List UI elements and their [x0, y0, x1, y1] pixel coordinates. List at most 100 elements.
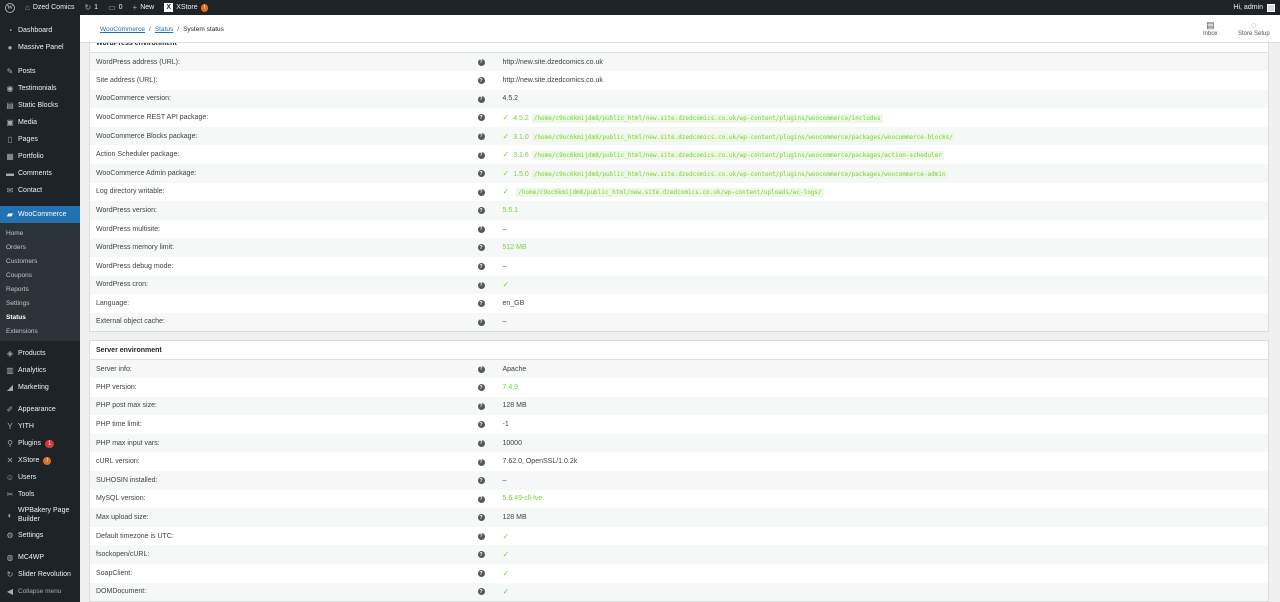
- status-label: WordPress cron:: [89, 275, 478, 295]
- sidebar-item-portfolio[interactable]: ▦ Portfolio: [0, 148, 80, 165]
- help-icon[interactable]: ?: [477, 421, 485, 429]
- sidebar-item-products[interactable]: ◈ Products: [0, 345, 80, 362]
- xstore-badge: !: [200, 3, 209, 12]
- sidebar-item-settings[interactable]: ⚙ Settings: [0, 527, 80, 544]
- submenu-customers[interactable]: Customers: [0, 254, 80, 268]
- help-icon[interactable]: ?: [477, 402, 485, 410]
- help-icon[interactable]: ?: [477, 551, 485, 559]
- sidebar-item-wpbakery[interactable]: ◐ WPBakery Page Builder: [0, 503, 80, 527]
- status-row: Site address (URL):? http://new.site.dzed…: [90, 71, 1269, 90]
- help-icon[interactable]: ?: [477, 170, 485, 178]
- sidebar-item-static-blocks[interactable]: ▤ Static Blocks: [0, 97, 80, 114]
- status-value-cell: 4.5.2: [502, 89, 1269, 109]
- account-menu[interactable]: Hi, admin: [1228, 0, 1280, 15]
- collapse-menu-button[interactable]: ◀ Collapse menu: [0, 583, 80, 600]
- help-icon[interactable]: ?: [477, 188, 485, 196]
- status-value-cell: 7.62.0, OpenSSL/1.0.2k: [503, 452, 1269, 471]
- sidebar-item-media[interactable]: ▣ Media: [0, 114, 80, 131]
- help-icon[interactable]: ?: [477, 225, 485, 233]
- sidebar-item-testimonials[interactable]: ◉ Testimonials: [0, 80, 80, 97]
- status-value-cell: http://new.site.dzedcomics.co.uk: [502, 52, 1269, 72]
- check-icon: ✓: [502, 150, 510, 160]
- help-icon[interactable]: ?: [477, 384, 485, 392]
- breadcrumb-status[interactable]: Status: [155, 26, 173, 33]
- help-icon[interactable]: ?: [477, 318, 485, 326]
- submenu-extensions[interactable]: Extensions: [0, 324, 80, 338]
- sidebar-item-slider-revolution[interactable]: ↻ Slider Revolution: [0, 566, 80, 583]
- help-icon[interactable]: ?: [477, 207, 485, 215]
- status-value-cell: ✓ 4.5.2/home/c9oc6kmijdm8/public_html/new…: [503, 108, 1269, 127]
- sidebar-item-contact[interactable]: ✉ Contact: [0, 182, 80, 199]
- sidebar-item-posts[interactable]: ✎ Posts: [0, 63, 80, 80]
- help-icon[interactable]: ?: [477, 281, 485, 289]
- help-icon[interactable]: ?: [477, 58, 485, 66]
- submenu-home[interactable]: Home: [0, 226, 80, 240]
- xstore-link[interactable]: X XStore!: [159, 0, 213, 15]
- wordpress-logo-icon[interactable]: W: [0, 0, 20, 15]
- sidebar-item-appearance[interactable]: ✐ Appearance: [0, 401, 80, 418]
- breadcrumb-woocommerce[interactable]: WooCommerce: [100, 26, 145, 33]
- help-icon[interactable]: ?: [477, 532, 485, 540]
- help-icon[interactable]: ?: [477, 477, 485, 485]
- help-icon[interactable]: ?: [477, 514, 485, 522]
- status-row: Default timezone is UTC:? ✓: [90, 527, 1269, 546]
- sidebar-item-woocommerce[interactable]: ▰ WooCommerce: [0, 206, 80, 223]
- status-row: DOMDocument:? ✓: [89, 582, 1269, 602]
- sidebar-item-marketing[interactable]: ◢ Marketing: [0, 379, 80, 396]
- sidebar-item-massive-panel[interactable]: ● Massive Panel: [0, 39, 80, 56]
- help-icon[interactable]: ?: [477, 588, 485, 596]
- status-value-cell: http://new.site.dzedcomics.co.uk: [503, 71, 1269, 90]
- status-label: WordPress address (URL):: [89, 52, 478, 72]
- status-value-cell: -1: [503, 415, 1269, 434]
- updates-link[interactable]: ↻ 1: [79, 0, 103, 15]
- sidebar-item-analytics[interactable]: ▥ Analytics: [0, 362, 80, 379]
- status-label: Action Scheduler package:: [96, 151, 180, 159]
- status-label: WooCommerce Blocks package:: [89, 126, 478, 146]
- system-status-content: WordPress environment WordPress address …: [80, 43, 1280, 602]
- help-icon[interactable]: ?: [477, 458, 485, 466]
- status-value: 7.62.0, OpenSSL/1.0.2k: [502, 458, 578, 466]
- comments-link[interactable]: ▭ 0: [103, 0, 127, 15]
- help-icon[interactable]: ?: [477, 365, 485, 373]
- sidebar-item-comments[interactable]: ▬ Comments: [0, 165, 80, 182]
- tools-icon: ✂: [6, 490, 14, 499]
- comment-bubble-icon: ▭: [108, 3, 116, 12]
- help-icon[interactable]: ?: [477, 132, 485, 140]
- sidebar-item-xstore[interactable]: ✕ XStore!: [0, 452, 80, 469]
- sidebar-item-yith[interactable]: Y YITH: [0, 418, 80, 435]
- sidebar-item-mc4wp[interactable]: ◍ MC4WP: [0, 549, 80, 566]
- sidebar-item-dashboard[interactable]: ◔ Dashboard: [0, 22, 80, 39]
- help-icon[interactable]: ?: [477, 263, 485, 271]
- submenu-reports[interactable]: Reports: [0, 282, 80, 296]
- help-icon[interactable]: ?: [477, 114, 485, 122]
- submenu-coupons[interactable]: Coupons: [0, 268, 80, 282]
- sidebar-item-users[interactable]: ☺ Users: [0, 469, 80, 486]
- help-icon[interactable]: ?: [477, 570, 485, 578]
- submenu-settings[interactable]: Settings: [0, 296, 80, 310]
- package-path: /home/c9oc6kmijdm8/public_html/new.site.…: [516, 188, 824, 198]
- sidebar-item-plugins[interactable]: ⚲ Plugins 1: [0, 435, 80, 452]
- help-icon[interactable]: ?: [477, 151, 485, 159]
- store-setup-button[interactable]: ◌ Store Setup: [1238, 20, 1270, 37]
- status-row: WordPress cron:? ✓: [89, 275, 1269, 295]
- status-label: Language:: [96, 300, 130, 308]
- megaphone-icon: ◢: [6, 383, 14, 392]
- site-name-link[interactable]: ⌂ Dzed Comics: [20, 0, 79, 15]
- help-icon[interactable]: ?: [477, 77, 485, 85]
- help-icon[interactable]: ?: [477, 439, 485, 447]
- submenu-orders[interactable]: Orders: [0, 240, 80, 254]
- status-row: PHP time limit:? -1: [90, 415, 1269, 434]
- inbox-button[interactable]: ▤ Inbox: [1203, 20, 1218, 37]
- sidebar-item-pages[interactable]: ▯ Pages: [0, 131, 80, 148]
- new-content-link[interactable]: + New: [128, 0, 160, 15]
- status-value: –: [502, 318, 507, 326]
- help-icon[interactable]: ?: [477, 495, 485, 503]
- status-label: PHP post max size:: [89, 396, 478, 416]
- submenu-status[interactable]: Status: [0, 310, 80, 324]
- help-icon[interactable]: ?: [477, 95, 485, 103]
- help-icon[interactable]: ?: [477, 244, 485, 252]
- check-icon: ✓: [502, 187, 510, 197]
- sidebar-item-tools[interactable]: ✂ Tools: [0, 486, 80, 503]
- help-icon[interactable]: ?: [477, 300, 485, 308]
- admin-sidebar: ◔ Dashboard ● Massive Panel ✎ Posts ◉ Testim…: [0, 15, 80, 602]
